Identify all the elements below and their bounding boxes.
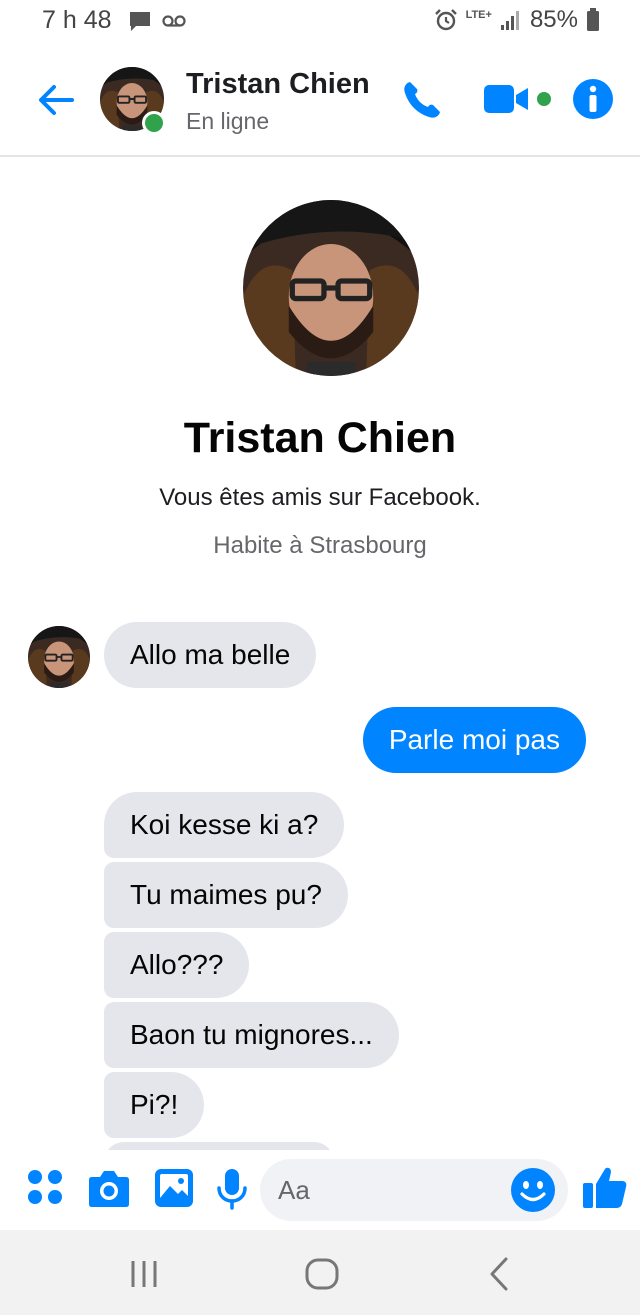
message-input[interactable] — [278, 1159, 508, 1221]
gallery-icon[interactable] — [154, 1168, 194, 1208]
network-type: LTE+ — [465, 8, 492, 21]
status-notification-icons — [128, 10, 186, 32]
voicemail-icon — [162, 15, 186, 27]
message-bubble-incoming[interactable]: Baon tu mignores... — [104, 1002, 399, 1068]
message-bubble-incoming[interactable]: Allo ma belle — [104, 622, 317, 688]
message-composer — [0, 1150, 640, 1230]
message-bubble-incoming[interactable]: Allo??? — [104, 932, 250, 998]
android-nav-bar — [0, 1230, 640, 1315]
conversation-header: Tristan Chien En ligne — [0, 52, 640, 157]
signal-icon — [500, 11, 519, 30]
message-bubble-incoming[interactable]: Tu maimes pu? — [104, 862, 348, 928]
contact-status: En ligne — [186, 108, 270, 134]
apps-icon[interactable] — [26, 1168, 64, 1206]
emoji-icon[interactable] — [510, 1167, 556, 1213]
profile-location: Habite à Strasbourg — [213, 532, 427, 559]
status-bar: 7 h 48 LTE+ 85% — [0, 0, 640, 44]
profile-name: Tristan Chien — [183, 414, 457, 462]
message-notification-icon — [130, 12, 150, 31]
profile-friendship-text: Vous êtes amis sur Facebook. — [159, 484, 481, 511]
profile-photo[interactable] — [243, 200, 419, 376]
status-time: 7 h 48 — [42, 6, 112, 34]
camera-icon[interactable] — [88, 1168, 130, 1208]
video-camera-icon[interactable] — [484, 78, 554, 122]
thumbs-up-icon[interactable] — [582, 1164, 628, 1210]
home-icon[interactable] — [302, 1254, 342, 1294]
message-bubble-outgoing[interactable]: Parle moi pas — [362, 707, 586, 773]
battery-icon — [587, 8, 599, 31]
back-icon[interactable] — [480, 1254, 520, 1294]
recents-icon[interactable] — [124, 1254, 164, 1294]
alarm-icon — [434, 9, 457, 31]
battery-percent: 85% — [529, 6, 578, 33]
contact-name[interactable]: Tristan Chien — [186, 68, 370, 101]
status-right-icons: LTE+ 85% — [434, 6, 600, 34]
info-icon[interactable] — [572, 78, 614, 120]
microphone-icon[interactable] — [216, 1168, 248, 1210]
back-arrow-icon[interactable] — [34, 78, 78, 122]
phone-icon[interactable] — [400, 78, 444, 122]
message-bubble-incoming[interactable]: Pi?! — [104, 1072, 205, 1138]
message-bubble-incoming[interactable]: Koi kesse ki a? — [104, 792, 345, 858]
online-indicator — [142, 111, 166, 135]
message-avatar[interactable] — [28, 626, 90, 688]
message-text-field[interactable] — [260, 1159, 568, 1221]
